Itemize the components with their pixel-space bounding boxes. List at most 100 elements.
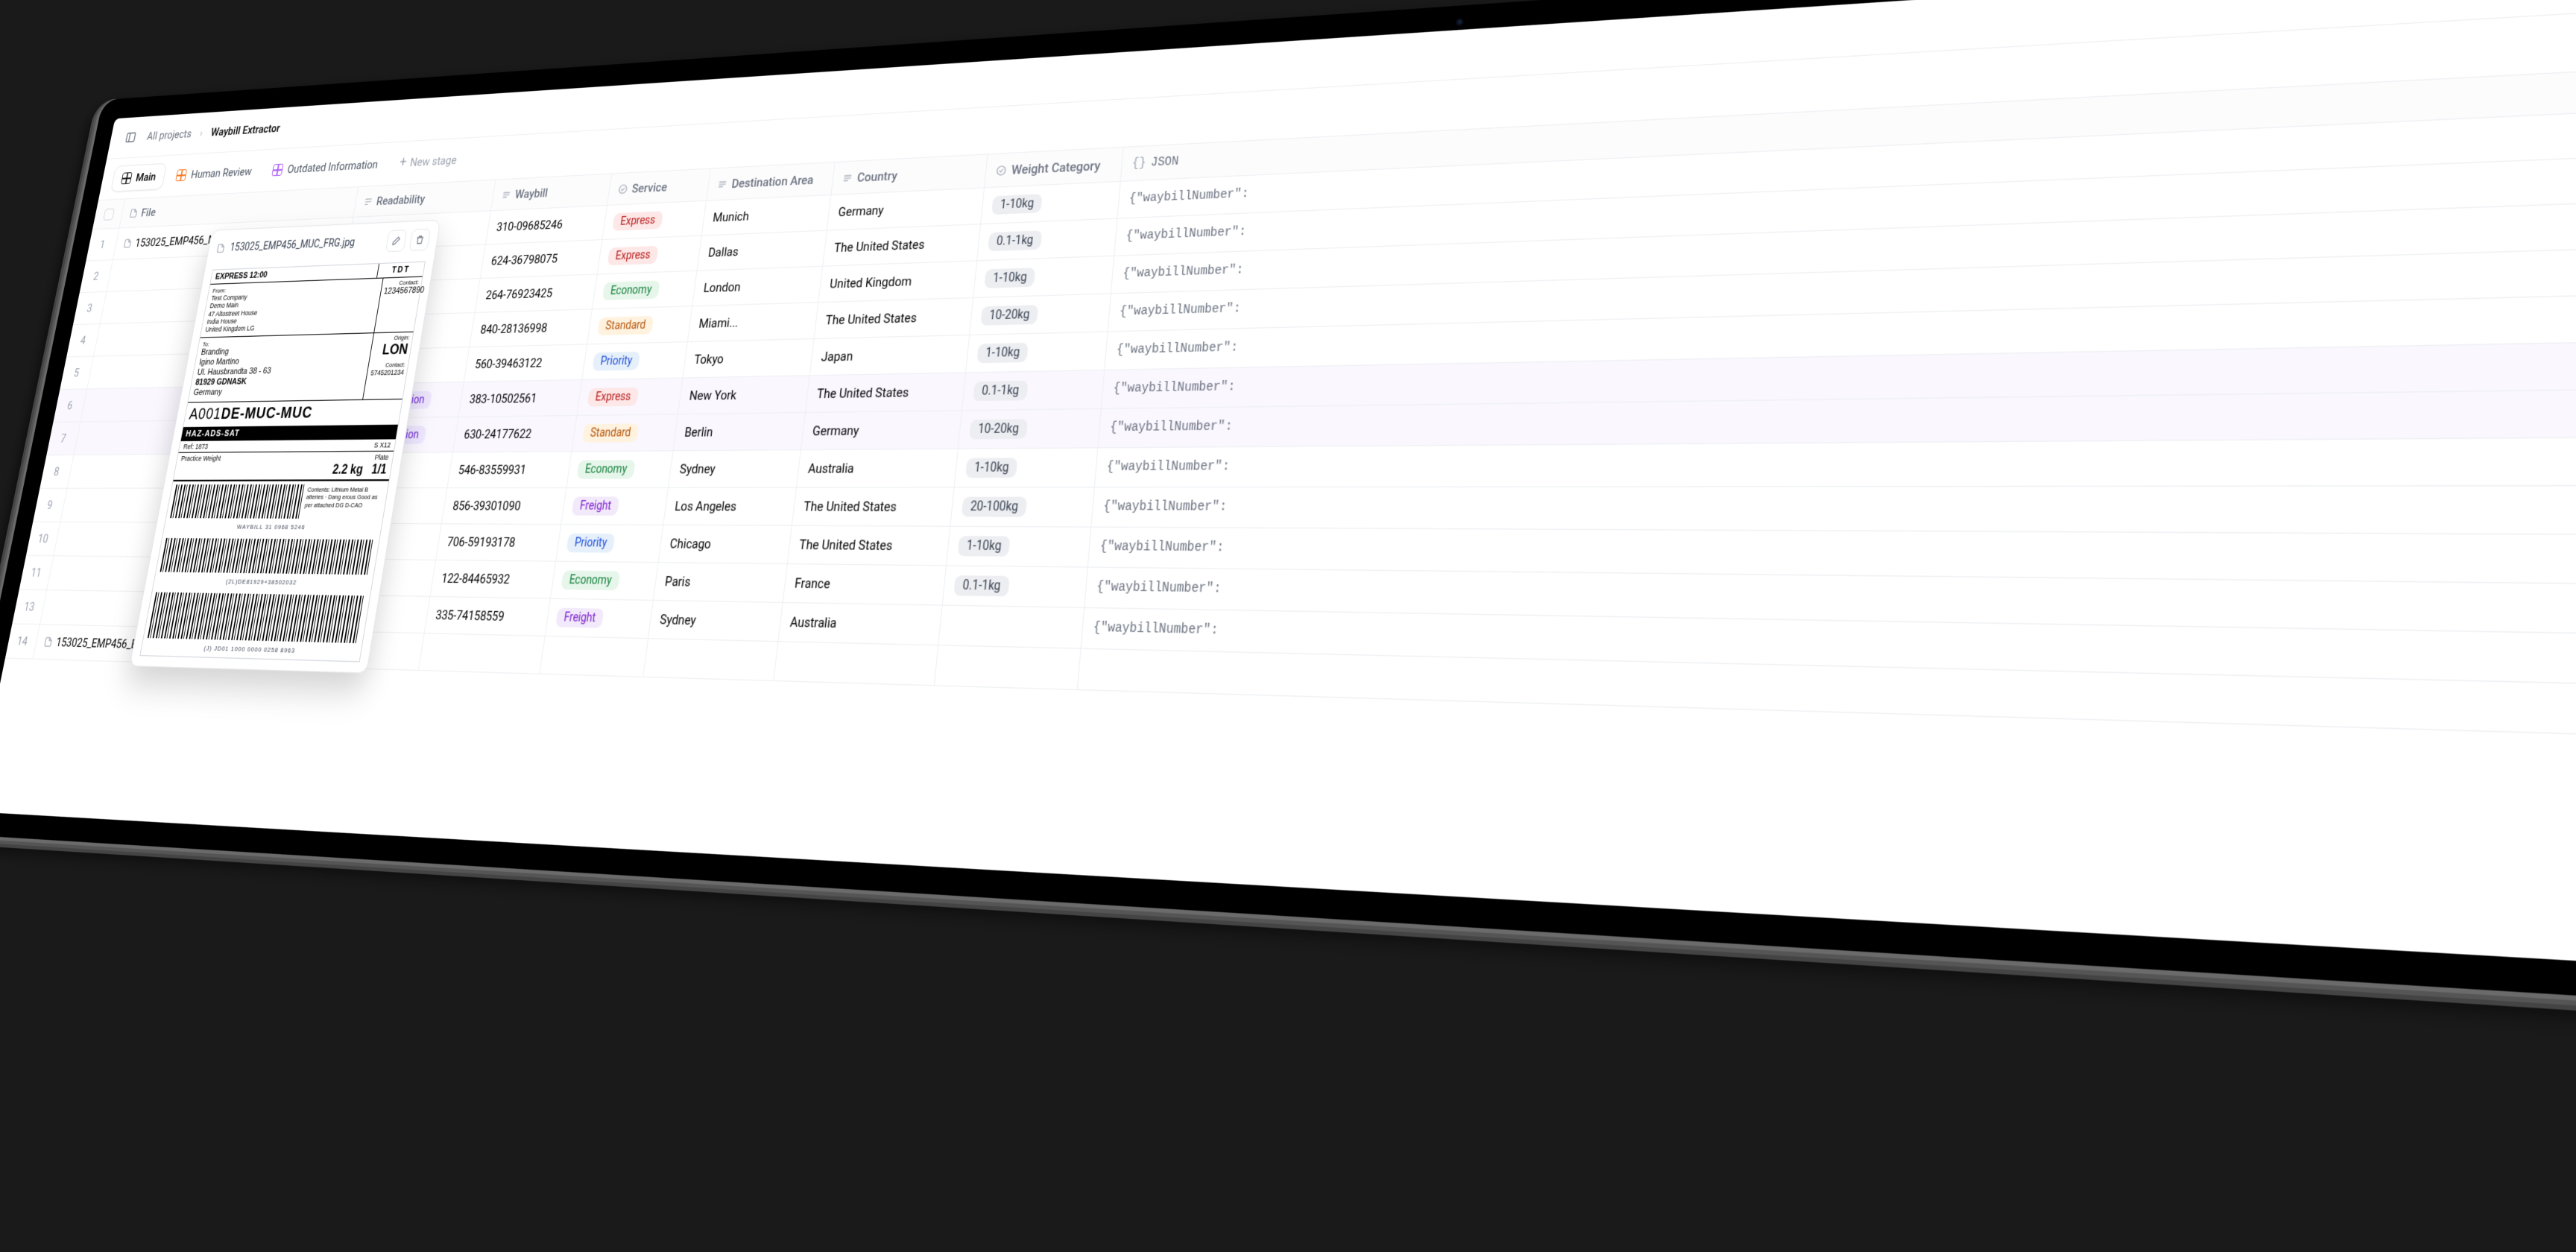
cell-country[interactable]: France [783,565,947,605]
tab-human-review[interactable]: Human Review [166,159,263,189]
cell-country[interactable]: The United States [815,298,974,338]
cell-waybill[interactable]: 122-84465932 [431,560,557,598]
cell-destination[interactable]: Los Angeles [664,488,798,525]
service-chip: Economy [577,461,636,479]
cell-service[interactable]: Freight [546,599,654,638]
cell-weight[interactable]: 1-10kg [955,449,1099,487]
cell-waybill[interactable] [419,634,546,674]
cell-weight[interactable]: 20-100kg [951,488,1095,527]
waybill-plate: 1/1 [370,463,388,477]
weight-chip: 10-20kg [969,420,1028,440]
edit-file-button[interactable] [385,230,407,252]
new-stage-button[interactable]: + New stage [389,147,468,177]
cell-service[interactable]: Express [603,201,707,239]
toggle-sidebar-button[interactable] [121,127,141,148]
cell-waybill[interactable]: 856-39301090 [442,489,566,525]
tab-label: Human Review [190,165,253,181]
service-chip: Economy [602,281,660,301]
cell-service[interactable]: Standard [572,415,678,452]
cell-country[interactable]: The United States [788,526,950,566]
text-icon [842,172,853,184]
cell-waybill[interactable]: 383-10502561 [459,380,583,417]
delete-file-button[interactable] [409,229,432,251]
cell-waybill[interactable]: 310-09685246 [486,206,607,244]
cell-weight[interactable]: 1-10kg [981,182,1121,224]
cell-waybill[interactable]: 624-36798075 [481,241,603,279]
cell-weight[interactable]: 0.1-1kg [943,566,1088,607]
check-circle-icon [617,183,628,195]
weight-chip: 10-20kg [981,306,1039,326]
cell-service[interactable] [540,637,649,677]
cell-service[interactable]: Economy [551,562,659,600]
service-chip: Freight [555,608,604,628]
trash-icon [414,235,426,246]
cell-country[interactable]: Australia [797,449,959,487]
waybill-ref: Ref: 1873 [183,443,209,451]
cell-country[interactable]: Germany [801,411,962,450]
cell-service[interactable]: Express [598,236,702,274]
weight-chip: 0.1-1kg [988,231,1042,252]
column-header-waybill[interactable]: Waybill [491,174,612,211]
barcode [160,538,376,575]
cell-country[interactable]: Japan [810,336,970,376]
tab-outdated-info[interactable]: Outdated Information [262,151,389,183]
cell-country[interactable]: United Kingdom [819,262,978,303]
cell-destination[interactable]: Sydney [648,601,783,642]
cell-waybill[interactable]: 546-83559931 [448,452,572,488]
cell-destination[interactable] [644,639,779,681]
cell-destination[interactable]: Berlin [674,414,806,451]
cell-waybill[interactable]: 335-74158559 [425,597,551,636]
cell-weight[interactable]: 10-20kg [959,410,1102,449]
service-chip: Express [587,388,640,407]
file-icon [123,238,133,249]
cell-destination[interactable]: London [693,267,824,306]
cell-destination[interactable]: Dallas [698,231,827,271]
cell-destination[interactable]: New York [678,376,810,414]
cell-country[interactable]: The United States [823,225,981,266]
cell-weight[interactable]: 0.1-1kg [962,371,1105,411]
cell-country[interactable]: The United States [806,373,966,412]
cell-waybill[interactable]: 560-39463122 [464,345,587,382]
barcode [148,592,366,643]
cell-service[interactable]: Standard [587,307,692,344]
column-header-weight[interactable]: Weight Category [985,148,1124,187]
cell-weight[interactable] [935,646,1082,690]
cell-weight[interactable]: 1-10kg [974,256,1115,297]
file-icon [129,208,139,218]
weight-chip: 0.1-1kg [973,381,1028,401]
column-header-destination[interactable]: Destination Area [707,162,835,200]
cell-service[interactable]: Economy [567,452,674,488]
waybill-barcode-caption: WAYBILL 31 0968 5246 [163,521,382,536]
waybill-weight: 2.2 kg [332,463,364,477]
cell-weight[interactable]: 1-10kg [966,332,1108,373]
cell-destination[interactable]: Miami... [688,303,818,342]
grid-icon [272,164,284,177]
cell-service[interactable]: Freight [562,488,669,525]
cell-service[interactable]: Express [578,379,684,415]
cell-weight[interactable]: 0.1-1kg [978,219,1118,261]
cell-country[interactable]: The United States [792,488,955,526]
cell-waybill[interactable]: 630-24177622 [453,416,577,452]
cell-service[interactable]: Priority [583,343,688,380]
cell-service[interactable]: Economy [593,271,697,309]
cell-destination[interactable]: Tokyo [684,340,815,378]
waybill-plate-label: Plate [374,453,389,461]
cell-waybill[interactable]: 840-28136998 [470,310,593,347]
cell-destination[interactable]: Munich [702,195,831,235]
cell-waybill[interactable]: 706-59193178 [436,525,561,561]
breadcrumb-root[interactable]: All projects [146,127,193,143]
cell-country[interactable]: Germany [827,189,985,230]
cell-destination[interactable]: Paris [654,563,788,603]
tab-main[interactable]: Main [110,163,167,192]
cell-weight[interactable] [939,606,1085,648]
cell-weight[interactable]: 10-20kg [970,294,1112,335]
column-header-service[interactable]: Service [607,169,711,205]
cell-waybill[interactable]: 264-76923425 [476,275,598,312]
cell-service[interactable]: Priority [556,525,663,563]
cell-country[interactable] [774,642,939,686]
cell-destination[interactable]: Sydney [669,451,801,488]
tab-label: Main [135,171,157,185]
cell-country[interactable]: Australia [779,604,943,645]
cell-destination[interactable]: Chicago [659,525,792,563]
cell-weight[interactable]: 1-10kg [947,527,1091,567]
